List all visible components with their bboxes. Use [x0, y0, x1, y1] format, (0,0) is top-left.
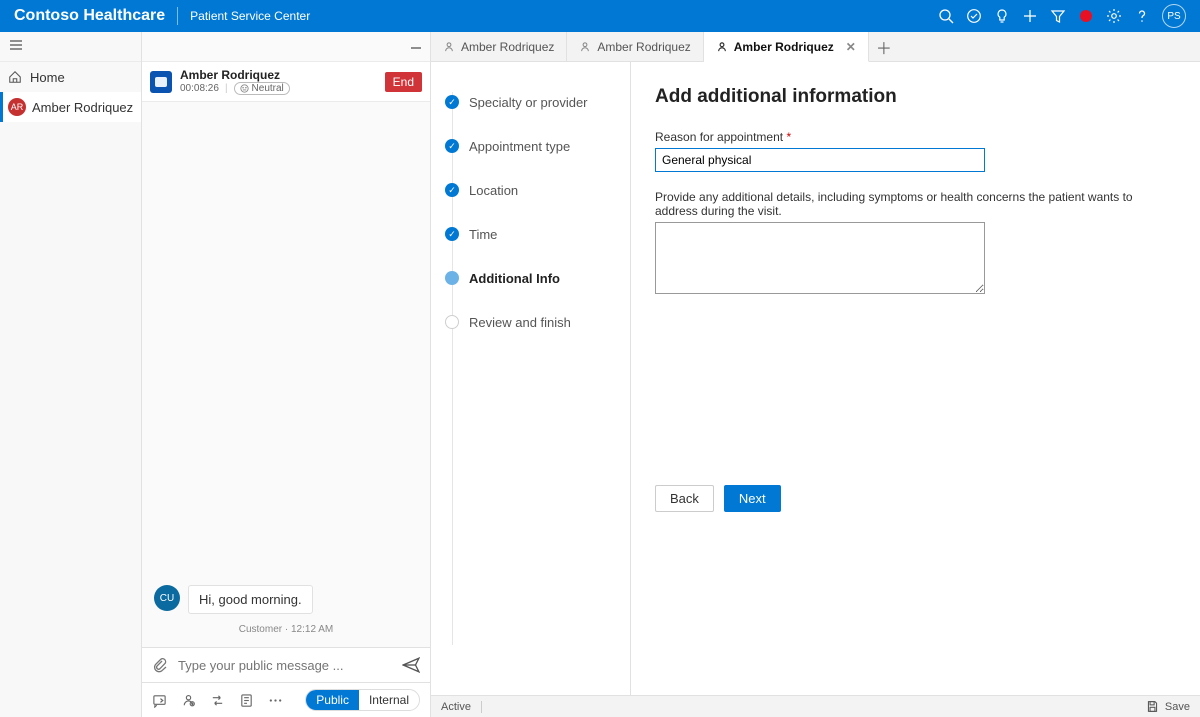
end-chat-button[interactable]: End — [385, 72, 422, 92]
nav-home-label: Home — [30, 70, 65, 85]
chat-header: Amber Rodriquez 00:08:26 | Neutral End — [142, 62, 430, 102]
nav-patient[interactable]: AR Amber Rodriquez — [0, 92, 141, 122]
details-textarea[interactable] — [655, 222, 985, 294]
status-active: Active — [441, 701, 471, 713]
next-button[interactable]: Next — [724, 485, 781, 512]
visibility-toggle: Public Internal — [305, 689, 420, 711]
notes-icon[interactable] — [239, 693, 254, 708]
tab-3[interactable]: Amber Rodriquez ✕ — [704, 32, 869, 62]
pill-public[interactable]: Public — [306, 690, 359, 710]
left-nav: Home AR Amber Rodriquez — [0, 32, 142, 717]
gear-icon[interactable] — [1100, 2, 1128, 30]
title-divider — [177, 7, 178, 25]
chat-message: CU Hi, good morning. — [154, 585, 418, 614]
plus-icon[interactable] — [1016, 2, 1044, 30]
save-button[interactable]: Save — [1146, 700, 1190, 713]
nav-patient-label: Amber Rodriquez — [32, 100, 133, 115]
step-review[interactable]: Review and finish — [445, 300, 630, 344]
chat-panel: Amber Rodriquez 00:08:26 | Neutral End C… — [142, 32, 431, 717]
pill-internal[interactable]: Internal — [359, 690, 419, 710]
person-icon — [716, 41, 728, 53]
tab-3-label: Amber Rodriquez — [734, 40, 834, 54]
user-avatar[interactable]: PS — [1162, 4, 1186, 28]
chat-messages[interactable]: CU Hi, good morning. Customer · 12:12 AM — [142, 102, 430, 647]
message-meta: Customer · 12:12 AM — [154, 624, 418, 635]
save-icon — [1146, 700, 1159, 713]
step-additional-info[interactable]: Additional Info — [445, 256, 630, 300]
brand-title: Contoso Healthcare — [14, 7, 165, 25]
minimize-chat-icon[interactable] — [408, 37, 424, 56]
chat-customer-name: Amber Rodriquez — [180, 68, 290, 82]
check-icon: ✓ — [445, 95, 459, 109]
message-text: Hi, good morning. — [188, 585, 313, 614]
tab-2-label: Amber Rodriquez — [597, 40, 690, 54]
transfer-icon[interactable] — [210, 693, 225, 708]
new-tab-button[interactable]: ＋ — [869, 32, 899, 61]
lightbulb-icon[interactable] — [988, 2, 1016, 30]
help-icon[interactable] — [1128, 2, 1156, 30]
nav-home[interactable]: Home — [0, 62, 141, 92]
app-subtitle: Patient Service Center — [190, 9, 310, 23]
tab-bar: Amber Rodriquez Amber Rodriquez Amber Ro… — [431, 32, 1200, 62]
chat-timer: 00:08:26 — [180, 83, 219, 94]
attachment-icon[interactable] — [152, 657, 168, 673]
pending-step-icon — [445, 315, 459, 329]
chat-message-input[interactable] — [178, 658, 392, 673]
neutral-face-icon — [240, 84, 249, 93]
sentiment-badge: Neutral — [234, 82, 290, 95]
current-step-icon — [445, 271, 459, 285]
top-app-bar: Contoso Healthcare Patient Service Cente… — [0, 0, 1200, 32]
tab-2[interactable]: Amber Rodriquez — [567, 32, 703, 61]
person-icon — [579, 41, 591, 53]
quick-reply-icon[interactable] — [152, 693, 167, 708]
check-icon: ✓ — [445, 183, 459, 197]
main-content: Amber Rodriquez Amber Rodriquez Amber Ro… — [431, 32, 1200, 717]
step-time[interactable]: ✓Time — [445, 212, 630, 256]
chat-input-row — [142, 647, 430, 682]
consult-icon[interactable] — [181, 693, 196, 708]
send-icon[interactable] — [402, 656, 420, 674]
status-bar: Active Save — [431, 695, 1200, 717]
details-label: Provide any additional details, includin… — [655, 190, 1176, 218]
channel-icon — [150, 71, 172, 93]
filter-icon[interactable] — [1044, 2, 1072, 30]
form-heading: Add additional information — [655, 86, 1176, 108]
hamburger-icon[interactable] — [8, 37, 24, 56]
tab-1-label: Amber Rodriquez — [461, 40, 554, 54]
patient-avatar-icon: AR — [8, 98, 26, 116]
step-location[interactable]: ✓Location — [445, 168, 630, 212]
home-icon — [8, 70, 22, 84]
more-icon[interactable] — [268, 693, 283, 708]
person-icon — [443, 41, 455, 53]
step-specialty[interactable]: ✓Specialty or provider — [445, 80, 630, 124]
form-area: Add additional information Reason for ap… — [631, 62, 1200, 695]
chat-toolbar: Public Internal — [142, 682, 430, 717]
save-label: Save — [1165, 701, 1190, 713]
tab-1[interactable]: Amber Rodriquez — [431, 32, 567, 61]
record-indicator-icon[interactable] — [1072, 2, 1100, 30]
wizard-stepper: ✓Specialty or provider ✓Appointment type… — [431, 62, 631, 695]
step-appointment-type[interactable]: ✓Appointment type — [445, 124, 630, 168]
sentiment-label: Neutral — [252, 83, 284, 94]
back-button[interactable]: Back — [655, 485, 714, 512]
customer-avatar-icon: CU — [154, 585, 180, 611]
search-icon[interactable] — [932, 2, 960, 30]
check-icon: ✓ — [445, 139, 459, 153]
reason-label: Reason for appointment * — [655, 130, 1176, 144]
task-check-icon[interactable] — [960, 2, 988, 30]
reason-input[interactable] — [655, 148, 985, 172]
check-icon: ✓ — [445, 227, 459, 241]
close-tab-icon[interactable]: ✕ — [846, 40, 856, 54]
